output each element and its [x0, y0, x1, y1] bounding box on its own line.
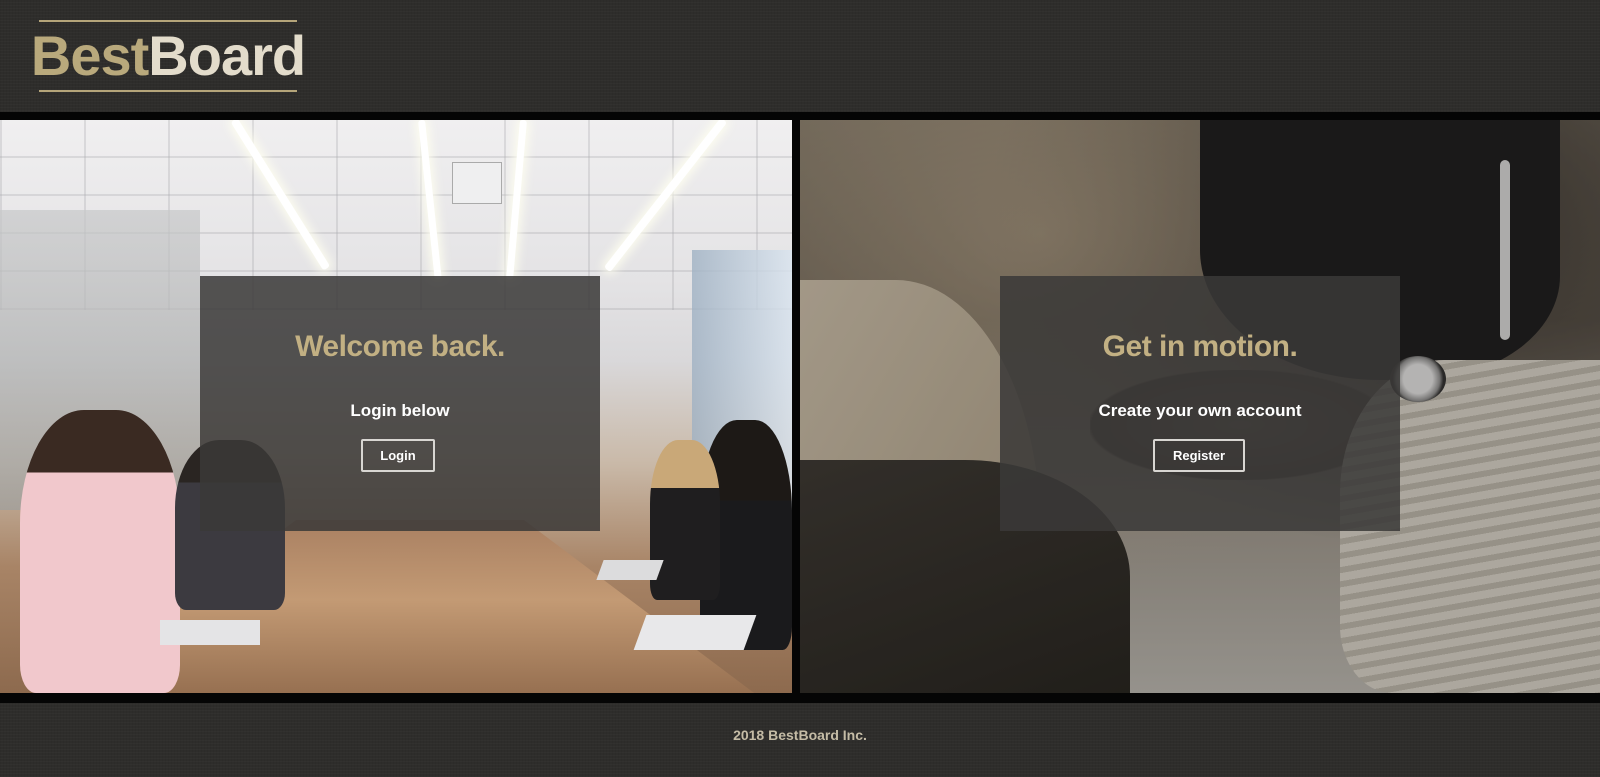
register-button[interactable]: Register — [1153, 439, 1245, 472]
hero-frame: Welcome back. Login below Login Get in m… — [0, 112, 1600, 703]
login-card: Welcome back. Login below Login — [200, 276, 600, 531]
register-panel: Get in motion. Create your own account R… — [800, 120, 1600, 693]
page: Best Board Welcome back. Login below Log… — [0, 0, 1600, 777]
register-card: Get in motion. Create your own account R… — [1000, 276, 1400, 531]
header: Best Board — [0, 0, 1600, 112]
logo-text-best: Best — [30, 24, 149, 87]
logo-text-board: Board — [148, 24, 306, 87]
login-heading: Welcome back. — [295, 330, 505, 363]
login-panel: Welcome back. Login below Login — [0, 120, 792, 693]
register-subheading: Create your own account — [1098, 401, 1302, 420]
register-heading: Get in motion. — [1102, 330, 1298, 363]
brand-logo[interactable]: Best Board — [31, 20, 306, 92]
footer: 2018 BestBoard Inc. — [0, 703, 1600, 777]
login-button[interactable]: Login — [361, 439, 435, 472]
footer-copyright: 2018 BestBoard Inc. — [733, 727, 867, 743]
login-subheading: Login below — [350, 401, 450, 420]
